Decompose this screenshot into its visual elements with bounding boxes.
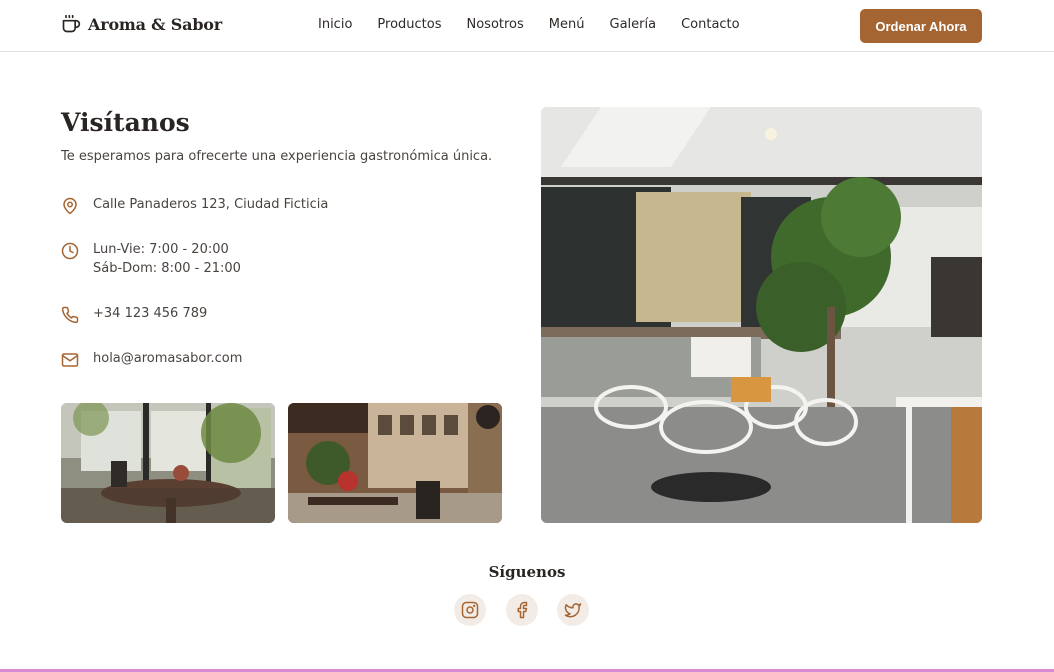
brand[interactable]: Aroma & Sabor (61, 14, 222, 34)
coffee-cup-icon (62, 14, 81, 33)
address-text: Calle Panaderos 123, Ciudad Ficticia (93, 197, 329, 212)
follow-title: Síguenos (488, 563, 566, 581)
clock-icon (61, 242, 79, 260)
nav-link-inicio[interactable]: Inicio (318, 17, 352, 32)
hours-weekend: Sáb-Dom: 8:00 - 21:00 (93, 261, 241, 276)
nav-link-productos[interactable]: Productos (377, 17, 441, 32)
hours-weekday: Lun-Vie: 7:00 - 20:00 (93, 242, 229, 257)
hours-info: Lun-Vie: 7:00 - 20:00 Sáb-Dom: 8:00 - 21… (61, 240, 241, 278)
phone-info: +34 123 456 789 (61, 304, 207, 324)
phone-text[interactable]: +34 123 456 789 (93, 304, 207, 323)
cafe-interior-image (541, 107, 982, 523)
street-terrace-image (288, 403, 502, 523)
nav-link-galeria[interactable]: Galería (610, 17, 657, 32)
facebook-button[interactable] (506, 594, 538, 626)
street-terrace-photo (288, 403, 502, 523)
main-nav: Inicio Productos Nosotros Menú Galería C… (318, 17, 740, 32)
email-text[interactable]: hola@aromasabor.com (93, 349, 242, 368)
twitter-icon (564, 603, 582, 618)
cafe-table-image (61, 403, 275, 523)
brand-name: Aroma & Sabor (88, 14, 223, 34)
twitter-button[interactable] (557, 594, 589, 626)
section-title: Visítanos (61, 108, 190, 137)
section-subtitle: Te esperamos para ofrecerte una experien… (61, 149, 493, 164)
address-info: Calle Panaderos 123, Ciudad Ficticia (61, 195, 328, 215)
nav-link-menu[interactable]: Menú (549, 17, 585, 32)
phone-icon (61, 306, 79, 324)
mail-icon (61, 353, 79, 367)
nav-link-nosotros[interactable]: Nosotros (467, 17, 524, 32)
cafe-table-photo (61, 403, 275, 523)
site-header: Aroma & Sabor Inicio Productos Nosotros … (0, 0, 1054, 52)
order-now-button[interactable]: Ordenar Ahora (860, 9, 982, 43)
nav-link-contacto[interactable]: Contacto (681, 17, 740, 32)
hours-text: Lun-Vie: 7:00 - 20:00 Sáb-Dom: 8:00 - 21… (93, 240, 241, 278)
instagram-button[interactable] (454, 594, 486, 626)
cafe-interior-photo (541, 107, 982, 523)
facebook-icon (517, 601, 528, 619)
instagram-icon (461, 601, 479, 619)
map-pin-icon (63, 197, 77, 215)
email-info: hola@aromasabor.com (61, 349, 242, 369)
